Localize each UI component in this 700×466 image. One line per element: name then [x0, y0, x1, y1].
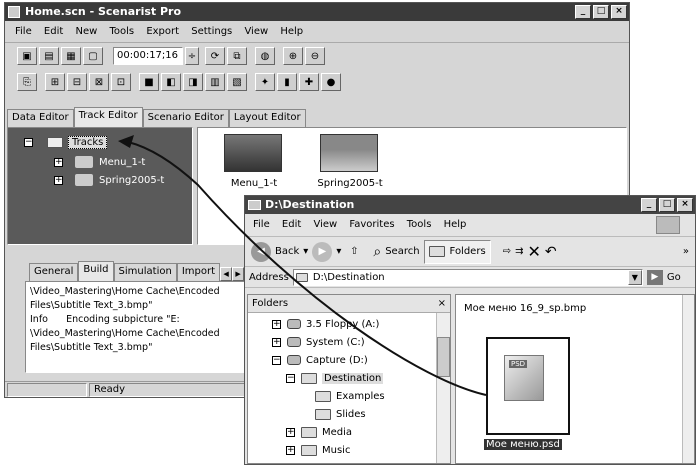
drag-arrow — [118, 135, 487, 396]
